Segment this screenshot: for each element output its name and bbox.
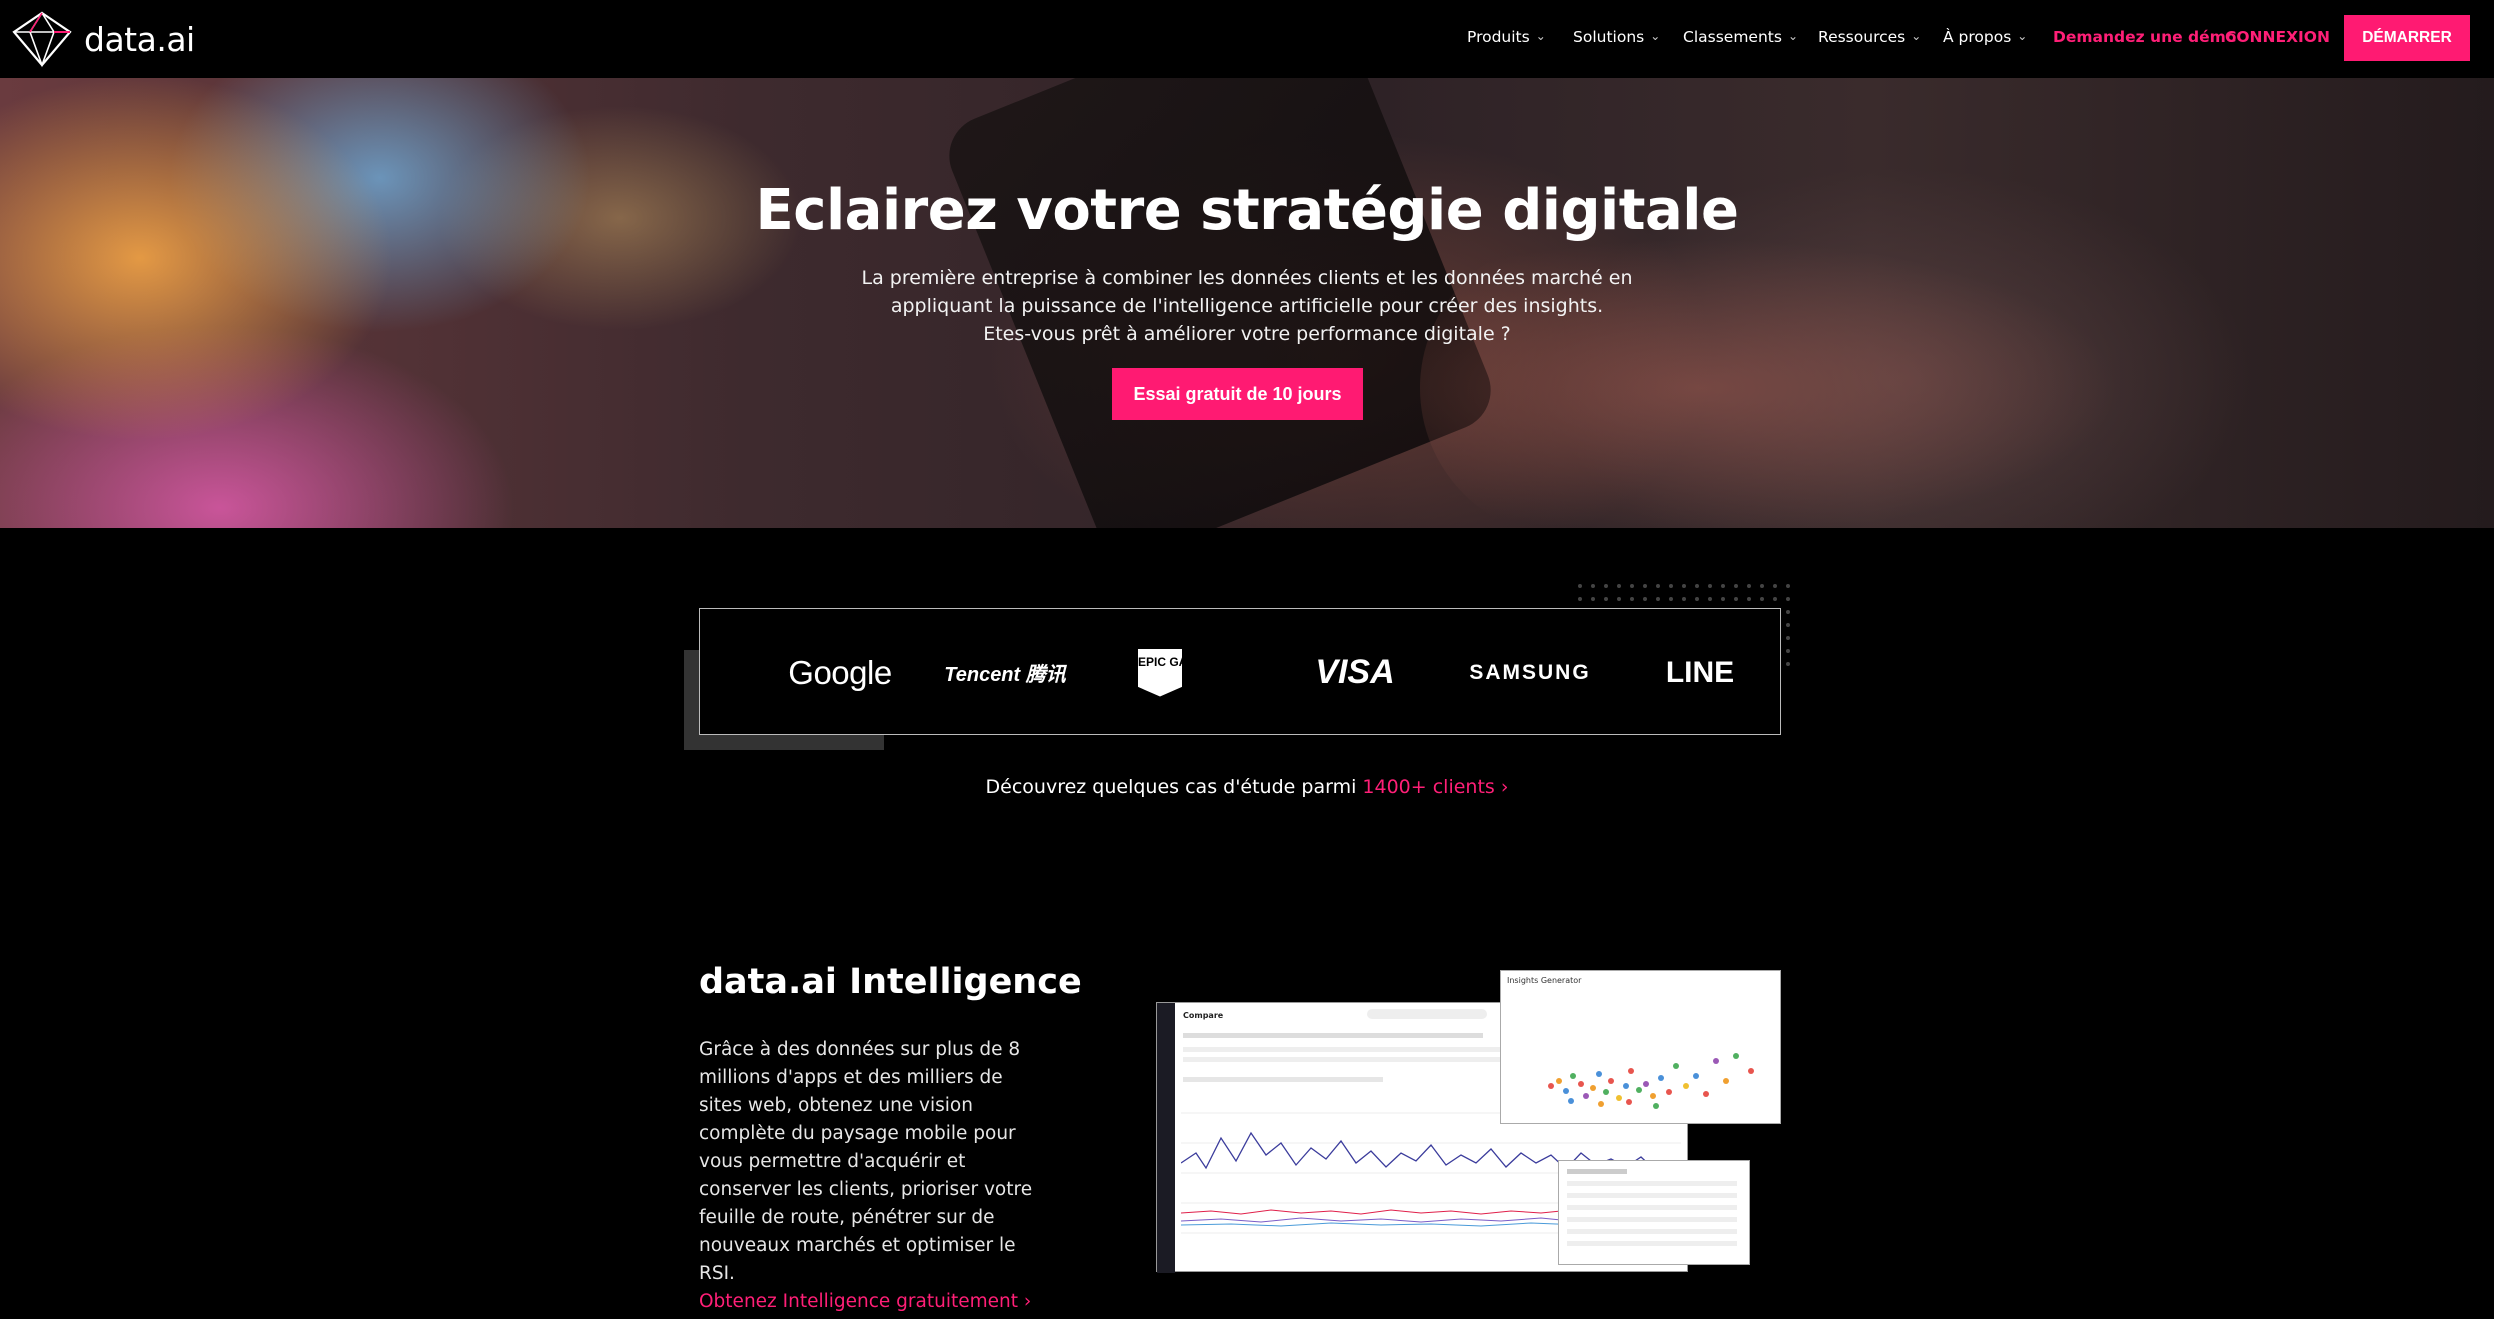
dashboard-search-bar (1367, 1009, 1487, 1019)
hero-subtitle-line: appliquant la puissance de l'intelligenc… (890, 295, 1604, 317)
chevron-down-icon: ⌄ (2017, 29, 2028, 43)
chevron-down-icon: ⌄ (1535, 29, 1546, 43)
epic-games-logo: EPIC GAMES (1138, 648, 1182, 697)
nav-item-solutions[interactable]: Solutions ⌄ (1573, 28, 1660, 46)
hero-subtitle-line: Etes-vous prêt à améliorer votre perform… (983, 323, 1511, 345)
nav-item-label: Solutions (1573, 28, 1645, 46)
brand-logo[interactable]: data.ai (10, 10, 195, 68)
table-card-row (1567, 1241, 1737, 1246)
intelligence-title: data.ai Intelligence (699, 962, 1082, 1002)
nav-item-label: Classements (1683, 28, 1782, 46)
dashboard-toolbar-row (1183, 1033, 1483, 1038)
hero-subtitle-line: La première entreprise à combiner les do… (861, 267, 1633, 289)
intelligence-description: Grâce à des données sur plus de 8 millio… (699, 1039, 1033, 1284)
brand-name: data.ai (84, 19, 195, 59)
nav-item-produits[interactable]: Produits ⌄ (1467, 28, 1546, 46)
table-card-row (1567, 1169, 1627, 1174)
table-card-row (1567, 1205, 1737, 1210)
free-trial-button[interactable]: Essai gratuit de 10 jours (1112, 368, 1363, 420)
client-logo-visa: VISA (1315, 653, 1395, 691)
insights-generator-card: Insights Generator (1500, 970, 1781, 1124)
diamond-logo-icon (12, 11, 72, 68)
client-logos-box: Google Tencent 腾讯 EPIC GAMES VISA SAMSUN… (699, 608, 1781, 735)
chevron-down-icon: ⌄ (1650, 29, 1661, 43)
nav-item-label: Ressources (1818, 28, 1906, 46)
case-studies-line: Découvrez quelques cas d'étude parmi 140… (0, 776, 2494, 798)
table-card-row (1567, 1229, 1737, 1234)
chevron-down-icon: ⌄ (1787, 29, 1798, 43)
table-card-row (1567, 1193, 1737, 1198)
intelligence-free-link[interactable]: Obtenez Intelligence gratuitement › (699, 1291, 1031, 1312)
table-card-row (1567, 1217, 1737, 1222)
chevron-down-icon: ⌄ (1911, 29, 1922, 43)
nav-item-ressources[interactable]: Ressources ⌄ (1818, 28, 1921, 46)
nav-item-a-propos[interactable]: À propos ⌄ (1943, 28, 2027, 46)
start-button[interactable]: DÉMARRER (2344, 15, 2470, 61)
nav-item-label: Produits (1467, 28, 1530, 46)
clients-link[interactable]: 1400+ clients › (1362, 776, 1508, 798)
case-studies-text: Découvrez quelques cas d'étude parmi (985, 776, 1363, 798)
top-navbar: data.ai Produits ⌄ Solutions ⌄ Classements… (0, 0, 2494, 78)
data-table-card (1558, 1160, 1750, 1265)
nav-item-classements[interactable]: Classements ⌄ (1683, 28, 1798, 46)
dashboard-title: Compare (1183, 1011, 1224, 1020)
hero-subtitle: La première entreprise à combiner les do… (0, 264, 2494, 348)
dashboard-options-row (1183, 1077, 1383, 1082)
client-logo-samsung: SAMSUNG (1469, 660, 1591, 684)
login-link[interactable]: CONNEXION (2225, 28, 2330, 46)
client-logo-tencent: Tencent 腾讯 (944, 664, 1066, 686)
request-demo-link[interactable]: Demandez une démo (2053, 28, 2236, 46)
insights-title: Insights Generator (1507, 976, 1582, 985)
client-logo-epic-games: EPIC GAMES (1100, 609, 1220, 736)
dashboard-sidebar (1157, 1003, 1175, 1273)
client-logo-line: LINE (1665, 655, 1735, 689)
client-logo-google: Google (788, 653, 892, 691)
table-card-row (1567, 1181, 1737, 1186)
insights-scatter-plot (1548, 1053, 1754, 1109)
hero-title: Eclairez votre stratégie digitale (755, 178, 1739, 243)
nav-item-label: À propos (1943, 28, 2012, 46)
dashboard-filter-row (1183, 1057, 1543, 1062)
